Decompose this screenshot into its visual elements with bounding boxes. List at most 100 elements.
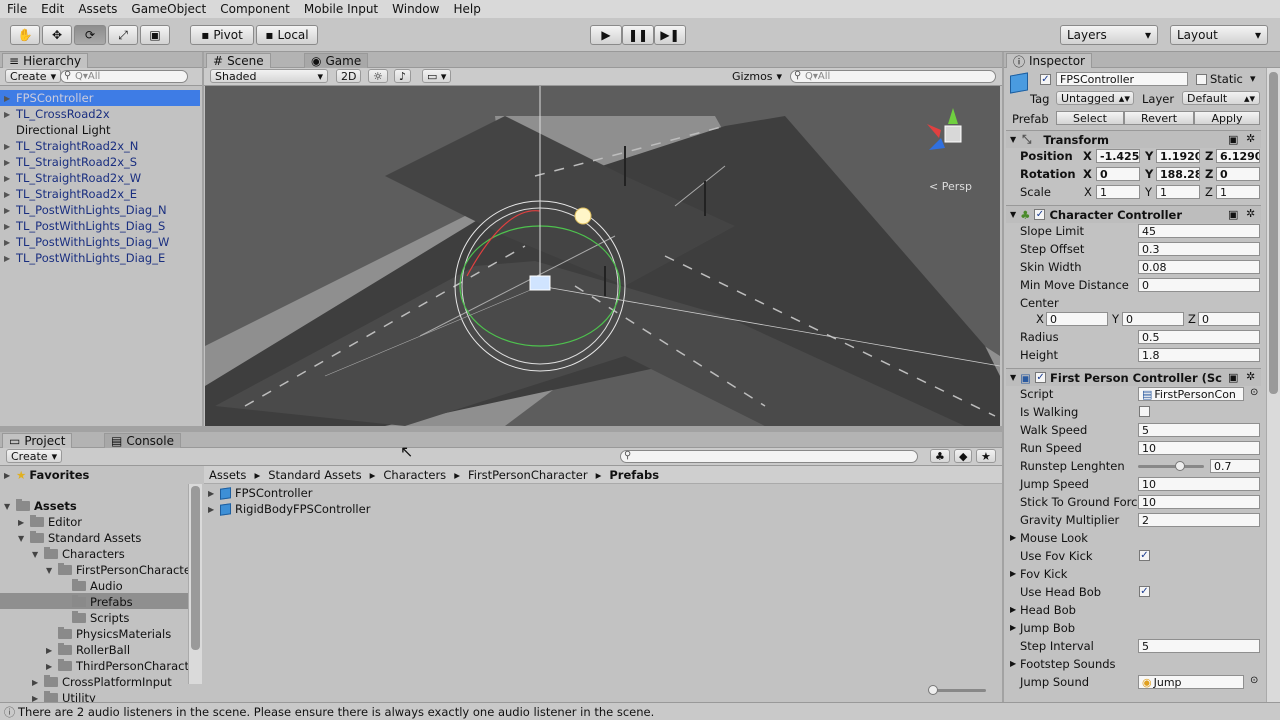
- breadcrumb-item[interactable]: FirstPersonCharacter: [468, 468, 588, 482]
- menu-gameobject[interactable]: GameObject: [124, 2, 213, 16]
- tab-scene[interactable]: # Scene: [206, 53, 271, 68]
- runstep-lenghten-field[interactable]: 0.7: [1210, 459, 1260, 473]
- expand-arrow-icon[interactable]: ▶: [1010, 623, 1016, 632]
- collapse-arrow-icon[interactable]: ▼: [4, 502, 16, 511]
- runstep-slider-thumb[interactable]: [1175, 461, 1185, 471]
- help-icon[interactable]: ▣: [1228, 133, 1238, 146]
- layout-dropdown[interactable]: Layout ▾: [1170, 25, 1268, 45]
- expand-arrow-icon[interactable]: ▶: [4, 94, 10, 103]
- radius-field[interactable]: 0.5: [1138, 330, 1260, 344]
- breadcrumb-item-current[interactable]: Prefabs: [609, 468, 659, 482]
- pause-button[interactable]: ❚❚: [622, 25, 654, 45]
- gravity-multiplier-field[interactable]: 2: [1138, 513, 1260, 527]
- menu-help[interactable]: Help: [446, 2, 487, 16]
- rotation-x-field[interactable]: 0: [1096, 167, 1140, 181]
- project-create-dropdown[interactable]: Create ▾: [6, 449, 63, 463]
- filter-type-icon[interactable]: ♣: [930, 449, 950, 463]
- jump-speed-field[interactable]: 10: [1138, 477, 1260, 491]
- expand-arrow-icon[interactable]: ▶: [46, 662, 58, 671]
- scene-search-input[interactable]: Q▾All: [790, 70, 996, 83]
- expand-arrow-icon[interactable]: ▶: [4, 206, 10, 215]
- head-bob-foldout[interactable]: Head Bob: [1020, 603, 1076, 617]
- tab-project[interactable]: ▭ Project: [2, 433, 73, 448]
- breadcrumb-item[interactable]: Assets: [209, 468, 246, 482]
- scene-viewport[interactable]: < Persp: [205, 86, 1000, 426]
- menu-mobile-input[interactable]: Mobile Input: [297, 2, 385, 16]
- menu-file[interactable]: File: [0, 2, 34, 16]
- lighting-toggle-icon[interactable]: ☼: [368, 69, 388, 83]
- tree-item-standard-assets[interactable]: ▼ Standard Assets: [18, 530, 141, 546]
- center-z-field[interactable]: 0: [1198, 312, 1260, 326]
- expand-arrow-icon[interactable]: ▶: [4, 190, 10, 199]
- object-name-field[interactable]: FPSController: [1056, 72, 1188, 86]
- collapse-arrow-icon[interactable]: ▼: [1010, 373, 1016, 382]
- menu-edit[interactable]: Edit: [34, 2, 71, 16]
- gear-icon[interactable]: ✲: [1246, 370, 1255, 383]
- filter-label-icon[interactable]: ◆: [954, 449, 973, 463]
- runstep-slider-track[interactable]: [1138, 465, 1204, 468]
- tree-item-thirdpersoncharacter[interactable]: ▶ ThirdPersonCharact: [46, 658, 189, 674]
- tab-console[interactable]: ▤ Console: [104, 433, 181, 448]
- prefab-apply-button[interactable]: Apply: [1194, 111, 1260, 125]
- collapse-arrow-icon[interactable]: ▼: [1010, 210, 1016, 219]
- collapse-arrow-icon[interactable]: ▼: [32, 550, 44, 559]
- tree-item-physicsmaterials[interactable]: PhysicsMaterials: [58, 626, 171, 642]
- min-move-distance-field[interactable]: 0: [1138, 278, 1260, 292]
- footstep-sounds-foldout[interactable]: Footstep Sounds: [1020, 657, 1116, 671]
- layer-dropdown[interactable]: Default ▴▾: [1182, 91, 1260, 105]
- rotate-tool-icon[interactable]: ⟳: [74, 25, 106, 45]
- hierarchy-item[interactable]: ▶ TL_CrossRoad2x: [0, 106, 200, 122]
- breadcrumb-item[interactable]: Standard Assets: [268, 468, 361, 482]
- first-person-controller-header[interactable]: ▼ ▣ ✓ First Person Controller (Sc: [1006, 368, 1261, 386]
- expand-arrow-icon[interactable]: ▶: [4, 174, 10, 183]
- gear-icon[interactable]: ✲: [1246, 132, 1255, 145]
- tab-hierarchy[interactable]: ≡ Hierarchy: [2, 53, 89, 68]
- scale-y-field[interactable]: 1: [1156, 185, 1200, 199]
- expand-arrow-icon[interactable]: ▶: [1010, 659, 1016, 668]
- help-icon[interactable]: ▣: [1228, 208, 1238, 221]
- 2d-toggle[interactable]: 2D: [336, 69, 362, 83]
- expand-arrow-icon[interactable]: ▶: [4, 142, 10, 151]
- hierarchy-item[interactable]: ▶ TL_PostWithLights_Diag_S: [0, 218, 200, 234]
- transform-header[interactable]: ▼ ⤡ Transform: [1006, 130, 1261, 148]
- position-x-field[interactable]: -1.425: [1096, 149, 1140, 163]
- step-button[interactable]: ▶❚: [654, 25, 686, 45]
- play-button[interactable]: ▶: [590, 25, 622, 45]
- hierarchy-item[interactable]: ▶ TL_PostWithLights_Diag_N: [0, 202, 200, 218]
- help-icon[interactable]: ▣: [1228, 371, 1238, 384]
- hierarchy-create-dropdown[interactable]: Create ▾: [5, 69, 62, 83]
- assets-row[interactable]: ▼ Assets: [4, 498, 77, 514]
- script-field[interactable]: ▤ FirstPersonCon: [1138, 387, 1244, 401]
- tree-item-prefabs[interactable]: Prefabs: [72, 594, 133, 610]
- hierarchy-item[interactable]: ▶ TL_StraightRoad2x_W: [0, 170, 200, 186]
- scale-x-field[interactable]: 1: [1096, 185, 1140, 199]
- scale-tool-icon[interactable]: ⤢: [108, 25, 138, 45]
- tree-item-editor[interactable]: ▶ Editor: [18, 514, 82, 530]
- expand-arrow-icon[interactable]: ▶: [46, 646, 58, 655]
- tree-item-utility[interactable]: ▶ Utility: [32, 690, 96, 702]
- object-picker-icon[interactable]: ⊙: [1250, 675, 1258, 686]
- mouse-look-foldout[interactable]: Mouse Look: [1020, 531, 1088, 545]
- favorite-star-icon[interactable]: ★: [976, 449, 996, 463]
- expand-arrow-icon[interactable]: ▶: [1010, 533, 1016, 542]
- shading-mode-dropdown[interactable]: Shaded ▾: [210, 69, 328, 83]
- asset-item[interactable]: ▶ RigidBodyFPSController: [208, 501, 370, 517]
- hierarchy-item[interactable]: ▶ TL_StraightRoad2x_E: [0, 186, 200, 202]
- prefab-select-button[interactable]: Select: [1056, 111, 1124, 125]
- center-x-field[interactable]: 0: [1046, 312, 1108, 326]
- scale-z-field[interactable]: 1: [1216, 185, 1260, 199]
- skin-width-field[interactable]: 0.08: [1138, 260, 1260, 274]
- character-controller-header[interactable]: ▼ ♣ ✓ Character Controller: [1006, 205, 1261, 223]
- status-bar[interactable]: ⓘ There are 2 audio listeners in the sce…: [0, 702, 1280, 720]
- menu-component[interactable]: Component: [213, 2, 297, 16]
- hierarchy-item[interactable]: ▶ TL_PostWithLights_Diag_E: [0, 250, 200, 266]
- expand-arrow-icon[interactable]: ▶: [32, 694, 44, 703]
- component-enabled-checkbox[interactable]: ✓: [1034, 209, 1046, 220]
- tree-item-audio[interactable]: Audio: [72, 578, 123, 594]
- project-tree-scrollbar[interactable]: [188, 484, 202, 684]
- hand-tool-icon[interactable]: ✋: [10, 25, 40, 45]
- audio-toggle-icon[interactable]: ♪: [394, 69, 412, 83]
- expand-arrow-icon[interactable]: ▶: [4, 222, 10, 231]
- project-search-input[interactable]: [620, 450, 918, 463]
- perspective-label[interactable]: < Persp: [929, 180, 972, 193]
